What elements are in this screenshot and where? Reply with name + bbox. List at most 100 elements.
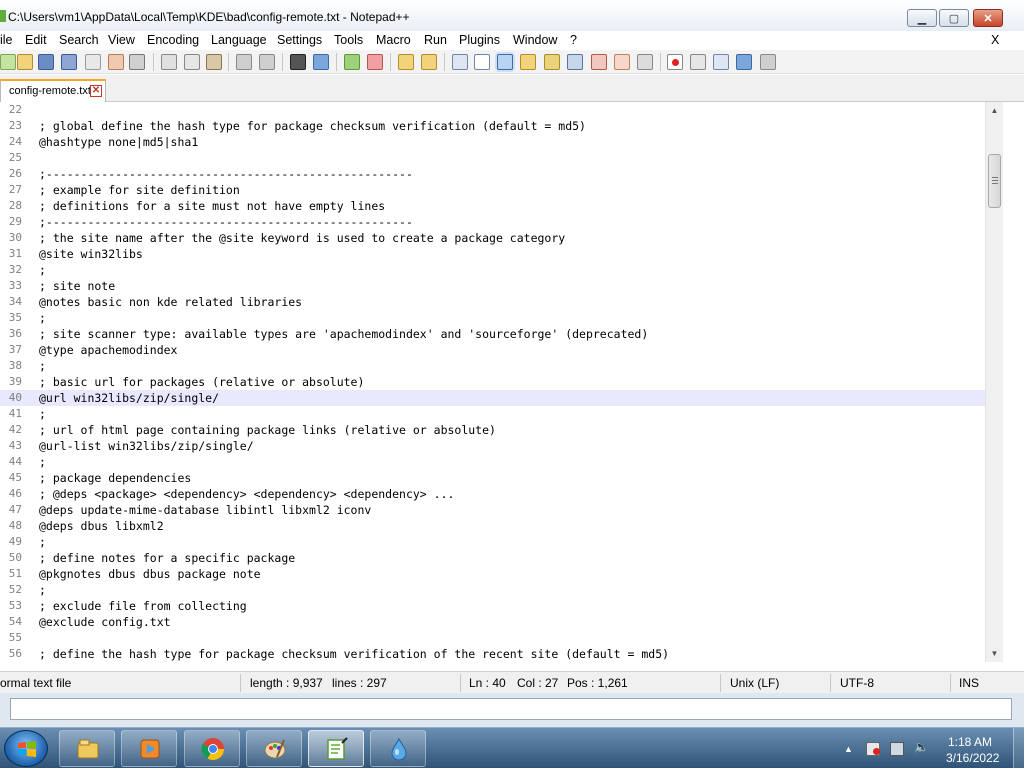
editor-line[interactable]: 31 @site win32libs — [0, 246, 985, 262]
editor-line[interactable]: 40 @url win32libs/zip/single/ — [0, 390, 985, 406]
indent-guide-icon[interactable] — [497, 54, 513, 70]
editor-line[interactable]: 27 ; example for site definition — [0, 182, 985, 198]
editor-line[interactable]: 28 ; definitions for a site must not have… — [0, 198, 985, 214]
editor-line[interactable]: 49; — [0, 534, 985, 550]
replace-icon[interactable] — [313, 54, 329, 70]
user-language-icon[interactable] — [520, 54, 536, 70]
show-all-characters-icon[interactable] — [474, 54, 490, 70]
menu-language[interactable]: Language — [211, 33, 267, 47]
taskbar-paint-button[interactable] — [246, 730, 302, 767]
monitoring-icon[interactable] — [614, 54, 630, 70]
menu-settings[interactable]: Settings — [277, 33, 322, 47]
new-file-icon[interactable] — [0, 54, 16, 70]
editor-line[interactable]: 54 @exclude config.txt — [0, 614, 985, 630]
editor-line[interactable]: 43 @url-list win32libs/zip/single/ — [0, 438, 985, 454]
action-center-icon[interactable] — [866, 742, 880, 756]
function-list-icon[interactable] — [567, 54, 583, 70]
editor-line[interactable]: 48 @deps dbus libxml2 — [0, 518, 985, 534]
editor-line[interactable]: 30 ; the site name after the @site keywor… — [0, 230, 985, 246]
taskbar-media-player-button[interactable] — [121, 730, 177, 767]
background-window[interactable] — [10, 698, 1012, 720]
close-icon[interactable] — [85, 54, 101, 70]
menu-window[interactable]: Window — [513, 33, 557, 47]
editor-line[interactable]: 55 — [0, 630, 985, 646]
editor-line[interactable]: 53 ; exclude file from collecting — [0, 598, 985, 614]
editor-line[interactable]: 42 ; url of html page containing package … — [0, 422, 985, 438]
save-macro-icon[interactable] — [760, 54, 776, 70]
copy-icon[interactable] — [184, 54, 200, 70]
close-window-button[interactable]: ✕ — [973, 9, 1003, 27]
editor-line[interactable]: 23 ; global define the hash type for pack… — [0, 118, 985, 134]
playback-macro-icon[interactable] — [713, 54, 729, 70]
editor-line[interactable]: 45 ; package dependencies — [0, 470, 985, 486]
editor-line[interactable]: 46 ; @deps <package> <dependency> <depend… — [0, 486, 985, 502]
folder-as-workspace-icon[interactable] — [591, 54, 607, 70]
paste-icon[interactable] — [206, 54, 222, 70]
menu-run[interactable]: Run — [424, 33, 447, 47]
save-icon[interactable] — [38, 54, 54, 70]
minimize-button[interactable]: ▁ — [907, 9, 937, 27]
editor-line[interactable]: 39 ; basic url for packages (relative or … — [0, 374, 985, 390]
menu-tools[interactable]: Tools — [334, 33, 363, 47]
save-all-icon[interactable] — [61, 54, 77, 70]
editor-line[interactable]: 33 ; site note — [0, 278, 985, 294]
eye-icon[interactable] — [637, 54, 653, 70]
menu-file[interactable]: ile — [0, 33, 13, 47]
scroll-down-arrow-icon[interactable]: ▼ — [986, 645, 1003, 662]
redo-icon[interactable] — [259, 54, 275, 70]
menu-help[interactable]: ? — [570, 33, 577, 47]
close-document-button[interactable]: X — [991, 33, 999, 47]
scroll-up-arrow-icon[interactable]: ▲ — [986, 102, 1003, 119]
editor-line[interactable]: 26 ;-------------------------------------… — [0, 166, 985, 182]
editor-line[interactable]: 38; — [0, 358, 985, 374]
taskbar-explorer-button[interactable] — [59, 730, 115, 767]
menu-macro[interactable]: Macro — [376, 33, 411, 47]
sync-vertical-icon[interactable] — [398, 54, 414, 70]
vertical-scrollbar[interactable]: ▲ ▼ — [985, 102, 1003, 662]
editor-line[interactable]: 47 @deps update-mime-database libintl lib… — [0, 502, 985, 518]
menu-plugins[interactable]: Plugins — [459, 33, 500, 47]
show-hidden-icons-icon[interactable]: ▲ — [844, 744, 858, 758]
cut-icon[interactable] — [161, 54, 177, 70]
scrollbar-thumb[interactable] — [988, 154, 1001, 208]
menu-edit[interactable]: Edit — [25, 33, 47, 47]
editor-line[interactable]: 29 ;-------------------------------------… — [0, 214, 985, 230]
menu-encoding[interactable]: Encoding — [147, 33, 199, 47]
volume-icon[interactable]: 🔈 — [914, 740, 929, 754]
close-all-icon[interactable] — [108, 54, 124, 70]
word-wrap-icon[interactable] — [452, 54, 468, 70]
network-icon[interactable] — [890, 742, 904, 756]
editor-line[interactable]: 50 ; define notes for a specific package — [0, 550, 985, 566]
editor-line[interactable]: 56 ; define the hash type for package che… — [0, 646, 985, 662]
start-button[interactable] — [4, 730, 48, 767]
document-map-icon[interactable] — [544, 54, 560, 70]
tab-config-remote[interactable]: config-remote.txt ✕ — [0, 79, 106, 102]
show-desktop-button[interactable] — [1013, 728, 1024, 768]
taskbar-chrome-button[interactable] — [184, 730, 240, 767]
editor-line[interactable]: 32; — [0, 262, 985, 278]
zoom-out-icon[interactable] — [367, 54, 383, 70]
editor-line[interactable]: 25 — [0, 150, 985, 166]
clock-time[interactable]: 1:18 AM — [948, 735, 992, 749]
stop-recording-icon[interactable] — [690, 54, 706, 70]
editor-line[interactable]: 36 ; site scanner type: available types a… — [0, 326, 985, 342]
run-macro-multiple-icon[interactable] — [736, 54, 752, 70]
zoom-in-icon[interactable] — [344, 54, 360, 70]
record-macro-icon[interactable] — [667, 54, 683, 70]
sync-horizontal-icon[interactable] — [421, 54, 437, 70]
editor-line[interactable]: 22 — [0, 102, 985, 118]
editor-line[interactable]: 37 @type apachemodindex — [0, 342, 985, 358]
menu-search[interactable]: Search — [59, 33, 99, 47]
editor-line[interactable]: 44; — [0, 454, 985, 470]
editor-line[interactable]: 35; — [0, 310, 985, 326]
text-editor[interactable]: 22 23 ; global define the hash type for pa… — [0, 102, 1003, 662]
print-icon[interactable] — [129, 54, 145, 70]
clock-date[interactable]: 3/16/2022 — [946, 751, 999, 765]
taskbar-notepadpp-button[interactable] — [308, 730, 364, 767]
editor-line[interactable]: 24 @hashtype none|md5|sha1 — [0, 134, 985, 150]
taskbar-water-drop-button[interactable] — [370, 730, 426, 767]
editor-line[interactable]: 34 @notes basic non kde related libraries — [0, 294, 985, 310]
undo-icon[interactable] — [236, 54, 252, 70]
tab-close-icon[interactable]: ✕ — [90, 85, 102, 97]
open-file-icon[interactable] — [17, 54, 33, 70]
